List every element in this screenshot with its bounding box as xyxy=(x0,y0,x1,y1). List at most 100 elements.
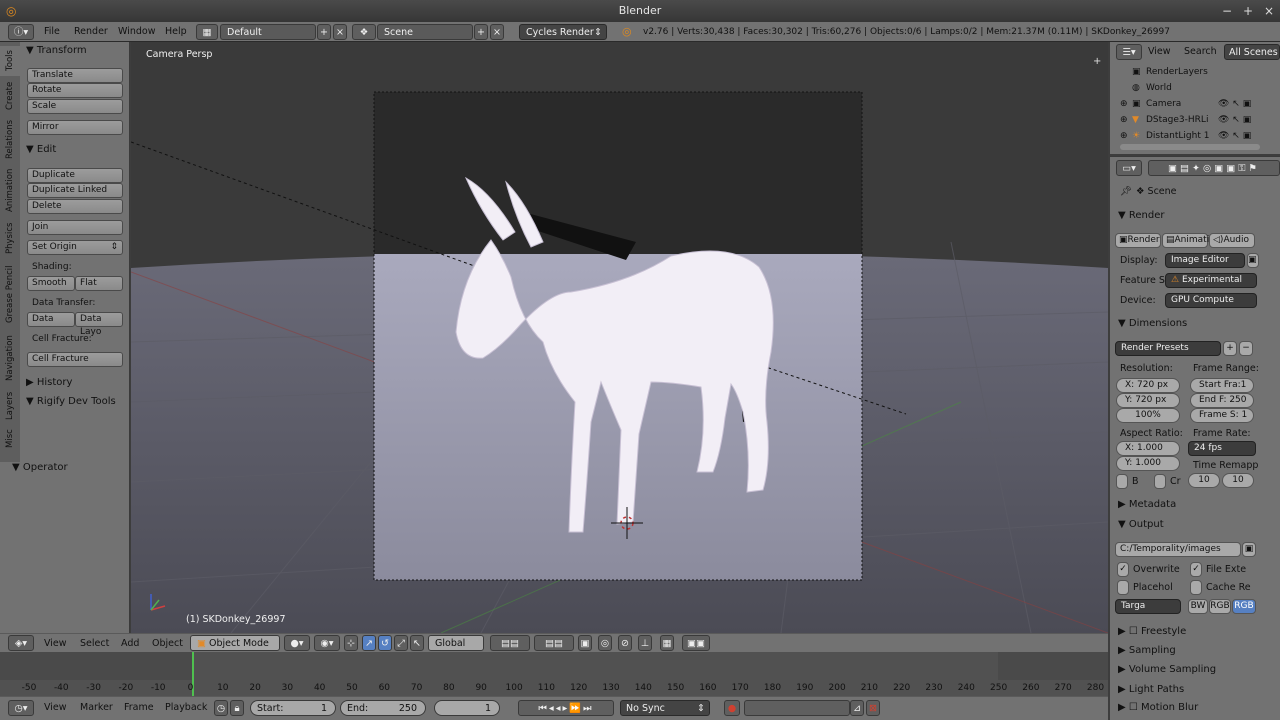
remove-layout-icon[interactable]: × xyxy=(333,24,347,40)
outliner-item[interactable]: ⊕ ▣ Camera 👁 ↖ ▣ xyxy=(1110,96,1260,112)
delete-key-icon[interactable]: ⊠ xyxy=(866,700,880,716)
start-frame-field[interactable]: Start: 1 xyxy=(250,700,336,716)
pointer-icon[interactable]: ↖ xyxy=(410,635,424,651)
resolution-percent-field[interactable]: 100% xyxy=(1116,408,1180,423)
tab-tools[interactable]: Tools xyxy=(0,46,20,76)
playback-controls[interactable]: ⏮◂◂▸⏩⏭ xyxy=(518,700,614,716)
display-select[interactable]: Image Editor xyxy=(1165,253,1245,268)
manipulator-icon[interactable]: ⊹ xyxy=(344,635,358,651)
menu-search[interactable]: Search xyxy=(1184,42,1217,62)
minimize-icon[interactable]: − xyxy=(1222,0,1232,22)
output-path-field[interactable]: C:/Temporality/images xyxy=(1115,542,1241,557)
keying-set-field[interactable] xyxy=(744,700,850,716)
menu-render[interactable]: Render xyxy=(74,22,108,42)
scale-button[interactable]: Scale xyxy=(27,99,123,114)
add-preset-icon[interactable]: + xyxy=(1223,341,1237,356)
aspect-x-field[interactable]: X: 1.000 xyxy=(1116,441,1180,456)
editor-type-icon[interactable]: ⓘ▾ xyxy=(8,24,34,40)
menu-frame[interactable]: Frame xyxy=(124,697,154,719)
maximize-icon[interactable]: + xyxy=(1243,0,1253,22)
animation-button[interactable]: ▤Animati xyxy=(1162,233,1209,248)
placeholders-checkbox[interactable] xyxy=(1117,580,1129,595)
rotate-button[interactable]: Rotate xyxy=(27,83,123,98)
crop-checkbox[interactable] xyxy=(1154,474,1166,489)
frame-rate-select[interactable]: 24 fps xyxy=(1188,441,1256,456)
panel-transform[interactable]: ▼ Transform xyxy=(26,45,87,56)
translate-button[interactable]: Translate xyxy=(27,68,123,83)
feature-set-select[interactable]: ⚠ Experimental xyxy=(1165,273,1257,288)
cell-fracture-button[interactable]: Cell Fracture xyxy=(27,352,123,367)
menu-playback[interactable]: Playback xyxy=(165,697,207,719)
outliner-item[interactable]: ⊕ ▼ DStage3-HRLi 👁 ↖ ▣ xyxy=(1110,112,1260,128)
insert-key-icon[interactable]: ⊿ xyxy=(850,700,864,716)
section-render[interactable]: ▼ Render xyxy=(1118,210,1164,221)
data-layout-button[interactable]: Data Layo xyxy=(75,312,123,337)
opengl-render-icon[interactable]: ▣▣ xyxy=(682,635,710,651)
tab-misc[interactable]: Misc xyxy=(0,426,20,452)
remap-new-field[interactable]: 10 xyxy=(1222,473,1254,488)
outliner-item[interactable]: ⊕ ☀ DistantLight 1 👁 ↖ ▣ xyxy=(1110,128,1260,144)
folder-icon[interactable]: ▣ xyxy=(1242,542,1256,557)
file-extensions-checkbox[interactable]: ✓ xyxy=(1190,562,1202,577)
snap-icon[interactable]: ⊥ xyxy=(638,635,652,651)
render-layer-icon[interactable]: ▣ xyxy=(578,635,592,651)
frame-step-field[interactable]: Frame S: 1 xyxy=(1190,408,1254,423)
resolution-y-field[interactable]: Y: 720 px xyxy=(1116,393,1180,408)
panel-rigify[interactable]: ▼ Rigify Dev Tools xyxy=(26,396,116,407)
set-origin-button[interactable]: Set Origin ⇕ xyxy=(27,240,123,255)
layout-grid-icon[interactable]: ▦ xyxy=(196,24,218,40)
scale-manip-icon[interactable]: ⤢ xyxy=(394,635,408,651)
menu-view[interactable]: View xyxy=(44,634,67,653)
layers-grid-1[interactable]: ▤▤ xyxy=(490,635,530,651)
delete-button[interactable]: Delete xyxy=(27,199,123,214)
tab-physics[interactable]: Physics xyxy=(0,218,20,258)
menu-add[interactable]: Add xyxy=(121,634,139,653)
section-dimensions[interactable]: ▼ Dimensions xyxy=(1118,318,1187,329)
scene-icon[interactable]: ❖ xyxy=(352,24,376,40)
panel-edit[interactable]: ▼ Edit xyxy=(26,144,56,155)
border-checkbox[interactable] xyxy=(1116,474,1128,489)
scene-field[interactable]: Scene xyxy=(377,24,473,40)
aspect-y-field[interactable]: Y: 1.000 xyxy=(1116,456,1180,471)
end-frame-field[interactable]: End: 250 xyxy=(340,700,426,716)
outliner-scrollbar[interactable] xyxy=(1120,144,1260,150)
section-motion-blur[interactable]: ▶ ☐ Motion Blur xyxy=(1118,702,1198,713)
pivot-icon[interactable]: ◉▾ xyxy=(314,635,340,651)
remove-preset-icon[interactable]: − xyxy=(1239,341,1253,356)
outliner-item[interactable]: ◍ World xyxy=(1110,80,1260,96)
tab-create[interactable]: Create xyxy=(0,78,20,114)
smooth-button[interactable]: Smooth xyxy=(27,276,75,291)
render-button[interactable]: ▣Render xyxy=(1115,233,1161,248)
snap-element-icon[interactable]: ▦ xyxy=(660,635,674,651)
render-engine-select[interactable]: Cycles Render ⇕ xyxy=(519,24,607,40)
tab-animation[interactable]: Animation xyxy=(0,164,20,216)
menu-marker[interactable]: Marker xyxy=(80,697,113,719)
outliner-item[interactable]: ▣ RenderLayers xyxy=(1110,64,1260,80)
properties-tabs[interactable]: ▣▤✦◎▣▣⚿⚑ xyxy=(1148,160,1280,176)
3d-viewport[interactable]: Camera Persp (1) SKDonkey_26997 + xyxy=(131,42,1108,633)
remap-old-field[interactable]: 10 xyxy=(1188,473,1220,488)
editor-type-icon[interactable]: ▭▾ xyxy=(1116,160,1142,176)
tab-layers[interactable]: Layers xyxy=(0,388,20,424)
menu-help[interactable]: Help xyxy=(165,22,187,42)
lock-icon[interactable]: 🔒︎ xyxy=(230,700,244,716)
color-bw-button[interactable]: BW xyxy=(1188,599,1208,614)
data-button[interactable]: Data xyxy=(27,312,75,327)
tab-grease-pencil[interactable]: Grease Pencil xyxy=(0,260,20,328)
audio-button[interactable]: ◁)Audio xyxy=(1209,233,1255,248)
mode-select[interactable]: ▣ Object Mode xyxy=(190,635,280,651)
translate-manip-icon[interactable]: ↗ xyxy=(362,635,376,651)
panel-history[interactable]: ▶ History xyxy=(26,377,72,388)
section-output[interactable]: ▼ Output xyxy=(1118,519,1164,530)
add-layout-icon[interactable]: + xyxy=(317,24,331,40)
layout-field[interactable]: Default xyxy=(220,24,316,40)
color-rgba-button[interactable]: RGB xyxy=(1232,599,1256,614)
section-sampling[interactable]: ▶ Sampling xyxy=(1118,645,1176,656)
start-frame-field[interactable]: Start Fra:1 xyxy=(1190,378,1254,393)
display-toggle-icon[interactable]: ▣ xyxy=(1247,253,1259,268)
menu-file[interactable]: File xyxy=(44,22,60,42)
falloff-icon[interactable]: ⊘ xyxy=(618,635,632,651)
end-frame-field[interactable]: End F: 250 xyxy=(1190,393,1254,408)
tab-relations[interactable]: Relations xyxy=(0,116,20,162)
viewport-plus-icon[interactable]: + xyxy=(1093,56,1101,67)
